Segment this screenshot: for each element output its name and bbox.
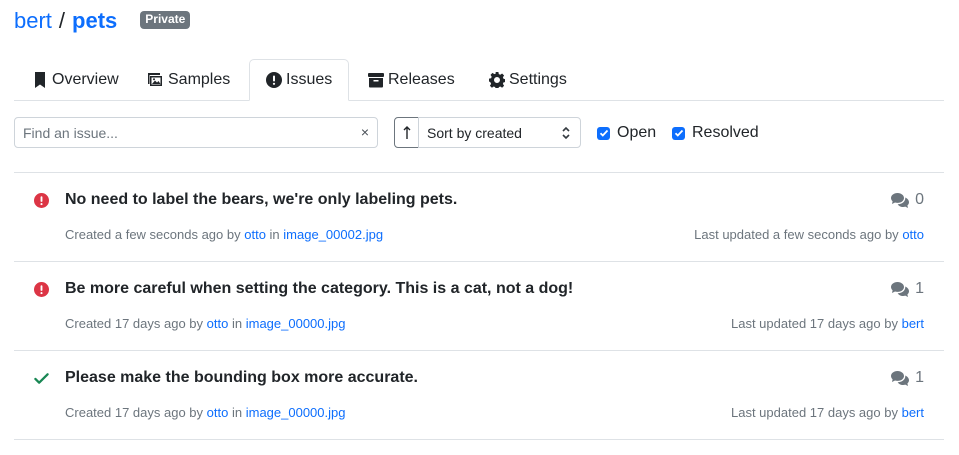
repo-tabs: Overview Samples Issues Releases Setting… — [14, 59, 944, 101]
tab-label: Overview — [52, 71, 119, 88]
images-icon — [148, 73, 162, 86]
search-input[interactable] — [15, 118, 345, 147]
open-filter-checkbox[interactable]: Open — [597, 124, 656, 142]
open-issue-icon — [34, 282, 49, 297]
select-caret-icon — [562, 126, 570, 140]
repo-link[interactable]: pets — [72, 8, 117, 34]
issue-updated-meta: Last updated 17 days ago by bert — [731, 316, 924, 331]
tab-releases[interactable]: Releases — [352, 59, 471, 101]
search-box: × — [14, 117, 378, 148]
owner-link[interactable]: bert — [14, 8, 52, 34]
resolved-filter-label: Resolved — [692, 124, 759, 141]
open-issue-icon — [34, 193, 49, 208]
path-separator: / — [58, 8, 66, 33]
author-link[interactable]: otto — [207, 316, 229, 331]
bookmark-icon — [35, 72, 45, 88]
tab-overview[interactable]: Overview — [16, 59, 135, 101]
issue-row[interactable]: Please make the bounding box more accura… — [14, 351, 944, 440]
author-link[interactable]: otto — [244, 227, 266, 242]
comment-count-value: 0 — [915, 191, 924, 208]
issue-title[interactable]: No need to label the bears, we're only l… — [65, 191, 457, 209]
comments-icon — [891, 281, 910, 297]
comment-count: 0 — [891, 191, 924, 209]
clear-search-button[interactable]: × — [361, 124, 369, 140]
archive-icon — [368, 73, 384, 88]
file-link[interactable]: image_00000.jpg — [246, 316, 346, 331]
repo-header: bert / pets Private — [14, 6, 191, 36]
issue-title[interactable]: Be more careful when setting the categor… — [65, 280, 573, 298]
comment-count: 1 — [891, 280, 924, 298]
visibility-badge: Private — [140, 11, 191, 29]
issue-created-meta: Created a few seconds ago by otto in ima… — [65, 227, 383, 242]
arrow-up-icon — [403, 125, 410, 139]
tab-samples[interactable]: Samples — [132, 59, 246, 101]
check-icon — [599, 129, 608, 137]
created-text: Created 17 days ago by — [65, 405, 204, 420]
tab-settings[interactable]: Settings — [473, 59, 583, 101]
created-text: Created a few seconds ago by — [65, 227, 241, 242]
sort-select-value: Sort by created — [427, 124, 522, 141]
comment-count-value: 1 — [915, 369, 924, 386]
issue-updated-meta: Last updated 17 days ago by bert — [731, 405, 924, 420]
created-text: Created 17 days ago by — [65, 316, 204, 331]
author-link[interactable]: otto — [207, 405, 229, 420]
updated-text: Last updated 17 days ago by — [731, 405, 898, 420]
comment-count-value: 1 — [915, 280, 924, 297]
file-link[interactable]: image_00002.jpg — [283, 227, 383, 242]
gear-icon — [489, 72, 505, 88]
updated-text: Last updated 17 days ago by — [731, 316, 898, 331]
tab-label: Settings — [509, 71, 567, 88]
exclamation-circle-icon — [266, 72, 282, 88]
in-text: in — [269, 227, 280, 242]
updated-by-link[interactable]: otto — [902, 227, 924, 242]
comment-count: 1 — [891, 369, 924, 387]
resolved-filter-checkbox[interactable]: Resolved — [672, 124, 759, 142]
updated-by-link[interactable]: bert — [902, 405, 924, 420]
tab-label: Samples — [168, 71, 231, 88]
open-filter-label: Open — [617, 124, 657, 141]
updated-text: Last updated a few seconds ago by — [694, 227, 899, 242]
comments-icon — [891, 370, 910, 386]
comments-icon — [891, 192, 910, 208]
issue-title[interactable]: Please make the bounding box more accura… — [65, 369, 418, 387]
tab-label: Issues — [286, 71, 333, 88]
issue-row[interactable]: Be more careful when setting the categor… — [14, 262, 944, 351]
in-text: in — [231, 316, 243, 331]
tab-issues[interactable]: Issues — [249, 59, 350, 101]
updated-by-link[interactable]: bert — [902, 316, 924, 331]
issue-filters: × Sort by created Open Resolved — [14, 117, 944, 148]
file-link[interactable]: image_00000.jpg — [246, 405, 346, 420]
checkbox-checked[interactable] — [672, 126, 685, 140]
issue-list: No need to label the bears, we're only l… — [14, 172, 944, 440]
resolved-check-icon — [34, 373, 49, 384]
check-icon — [674, 129, 683, 137]
issue-row[interactable]: No need to label the bears, we're only l… — [14, 173, 944, 262]
issue-created-meta: Created 17 days ago by otto in image_000… — [65, 316, 345, 331]
sort-direction-button[interactable] — [394, 117, 419, 148]
sort-select[interactable]: Sort by created — [418, 117, 581, 148]
issue-created-meta: Created 17 days ago by otto in image_000… — [65, 405, 345, 420]
issue-updated-meta: Last updated a few seconds ago by otto — [694, 227, 924, 242]
tab-label: Releases — [388, 71, 455, 88]
checkbox-checked[interactable] — [597, 126, 610, 140]
in-text: in — [231, 405, 243, 420]
